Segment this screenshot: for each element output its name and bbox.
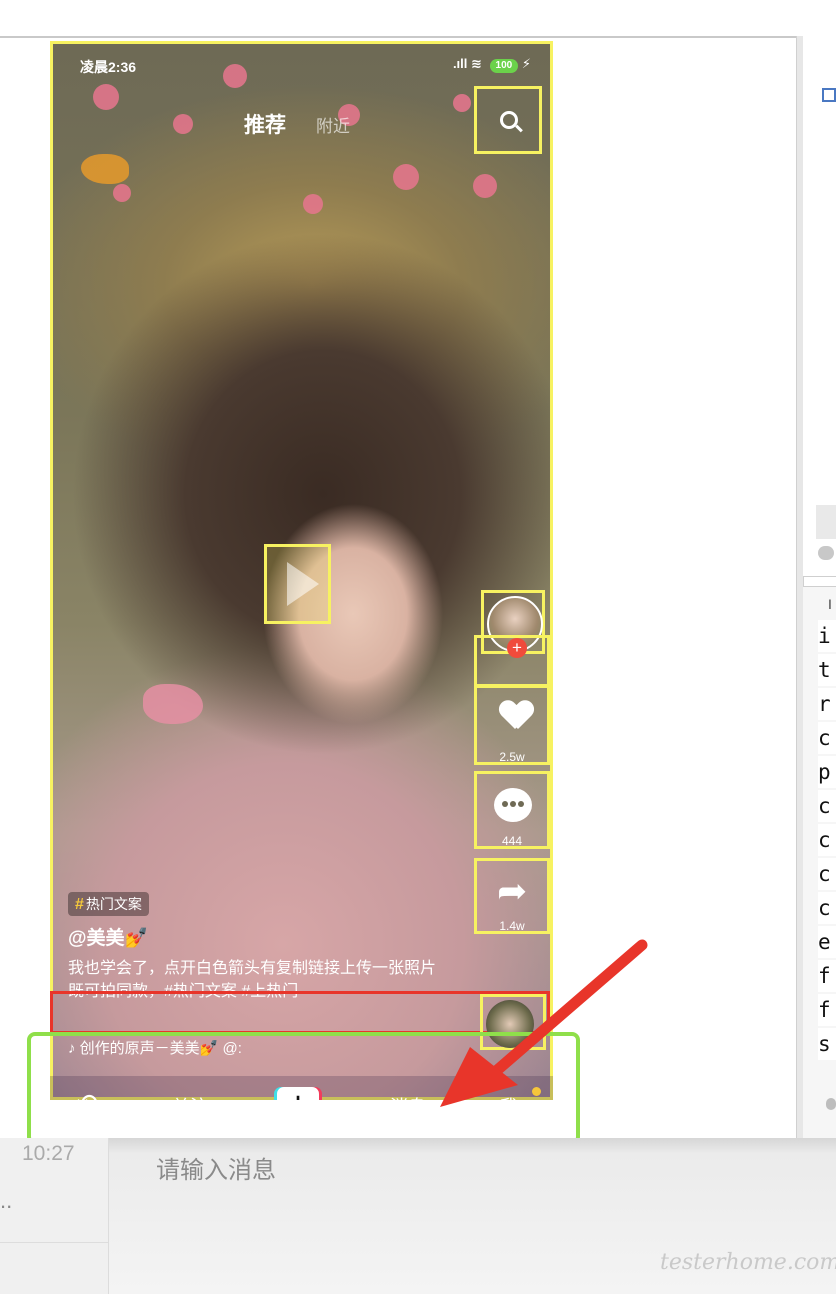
top-toolbar xyxy=(0,0,836,38)
attributes-header: I xyxy=(828,596,832,612)
comment-count: 444 xyxy=(501,834,523,848)
message-input[interactable]: 请输入消息 xyxy=(156,1150,276,1185)
attribute-row[interactable]: c xyxy=(818,790,836,822)
attribute-row[interactable]: e xyxy=(818,926,836,958)
follow-button[interactable]: + xyxy=(474,635,550,687)
comment-icon xyxy=(494,788,532,822)
attribute-row[interactable]: c xyxy=(818,858,836,890)
charging-icon: ⚡ xyxy=(521,56,531,71)
annotation-arrow-icon xyxy=(440,939,648,1107)
like-button[interactable]: 2.5w xyxy=(474,685,550,765)
attribute-row[interactable]: i xyxy=(818,620,836,652)
attribute-row[interactable]: c xyxy=(818,892,836,924)
attribute-row[interactable]: c xyxy=(818,722,836,754)
status-time: 凌晨2:36 xyxy=(80,59,137,75)
conversation-time: 10:27 xyxy=(22,1142,75,1165)
divider xyxy=(0,1242,108,1243)
author-username[interactable]: @美美💅 xyxy=(68,923,148,950)
hashtag-chip[interactable]: # 热门文案 xyxy=(68,892,149,916)
share-arrow-icon: ➦ xyxy=(497,870,528,911)
status-icons: .ıll ≋ 100 ⚡ xyxy=(453,56,531,73)
attribute-row[interactable]: f xyxy=(818,994,836,1026)
battery-icon: 100 xyxy=(489,59,519,73)
comment-button[interactable]: 444 xyxy=(474,771,550,849)
heart-icon xyxy=(500,701,530,729)
attribute-row[interactable]: c xyxy=(818,824,836,856)
hashtag-label: 热门文案 xyxy=(85,896,142,912)
attribute-row[interactable]: s xyxy=(818,1028,836,1060)
play-button[interactable] xyxy=(264,544,331,624)
share-count: 1.4w xyxy=(499,919,525,933)
signal-icon: .ıll xyxy=(452,56,468,71)
attribute-name-list: i t r c p c c c c e f f s xyxy=(818,620,836,1062)
attribute-row[interactable]: p xyxy=(818,756,836,788)
search-button[interactable] xyxy=(474,86,542,154)
watermark: testerhome.com xyxy=(660,1250,836,1275)
share-button[interactable]: ➦ 1.4w xyxy=(474,858,550,934)
tab-recommend[interactable]: 推荐 xyxy=(244,109,286,139)
dot xyxy=(502,801,508,807)
dot xyxy=(518,801,524,807)
tab-nearby[interactable]: 附近 xyxy=(316,112,350,137)
horizontal-scrollbar[interactable] xyxy=(818,546,834,560)
attributes-scrollbar[interactable] xyxy=(826,1098,836,1110)
plus-icon: + xyxy=(507,638,527,658)
search-icon-handle xyxy=(515,124,523,133)
conversation-preview[interactable]: .. xyxy=(0,1188,12,1214)
element-tree-panel xyxy=(803,36,836,577)
tree-selected-row[interactable] xyxy=(816,505,836,539)
attribute-row[interactable]: t xyxy=(818,654,836,686)
attribute-row[interactable]: f xyxy=(818,960,836,992)
wifi-icon: ≋ xyxy=(471,56,482,71)
hashtag-icon: # xyxy=(75,896,84,913)
play-icon xyxy=(287,562,319,606)
attribute-row[interactable]: r xyxy=(818,688,836,720)
like-count: 2.5w xyxy=(499,750,525,764)
tree-node-icon[interactable] xyxy=(822,88,836,102)
dot xyxy=(510,801,516,807)
